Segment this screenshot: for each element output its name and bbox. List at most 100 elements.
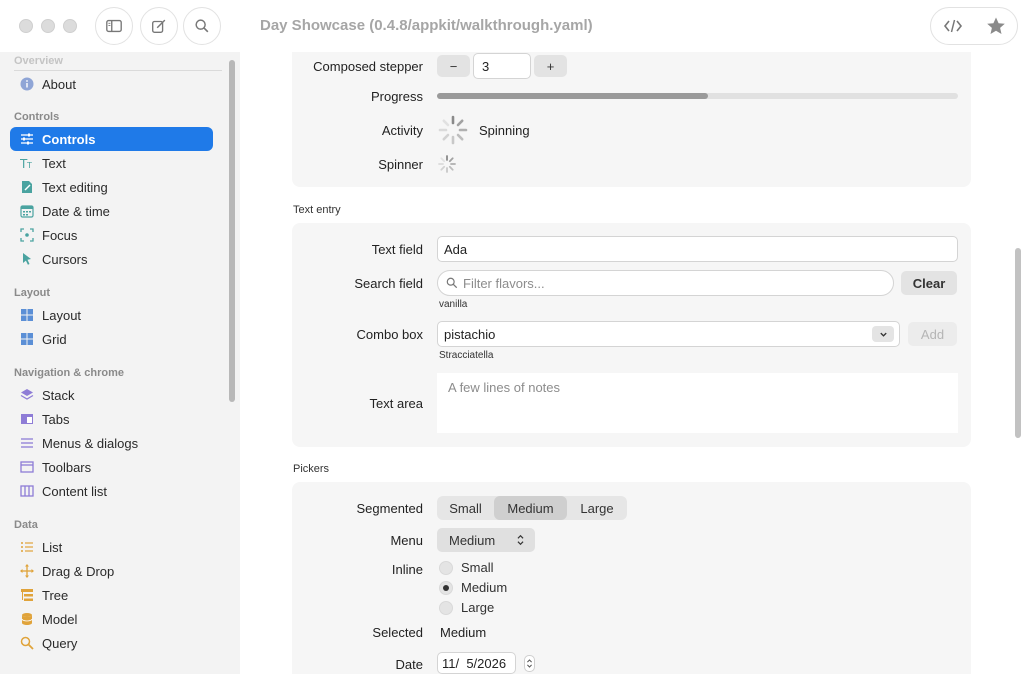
sidebar-scrollbar-thumb[interactable]: [229, 60, 235, 402]
search-field-label: Search field: [354, 276, 423, 291]
radio-large[interactable]: Large: [439, 600, 494, 615]
segment-large[interactable]: Large: [567, 496, 627, 520]
sidebar-item-focus[interactable]: Focus: [10, 223, 213, 247]
sidebar-item-label: Tabs: [42, 411, 70, 427]
search-field[interactable]: Filter flavors...: [437, 270, 894, 296]
sidebar-item-about[interactable]: About: [10, 72, 213, 96]
stepper-increment-button[interactable]: +: [534, 55, 567, 77]
progress-label: Progress: [370, 89, 423, 104]
sidebar-scrollbar[interactable]: [227, 56, 236, 672]
segmented-control: Small Medium Large: [437, 496, 627, 520]
radio-button[interactable]: [439, 560, 453, 575]
text-icon: TT: [20, 156, 34, 170]
favorite-button[interactable]: [974, 8, 1017, 44]
toolbar-icon: [20, 460, 34, 474]
sidebar-item-query[interactable]: Query: [10, 631, 213, 655]
main-scrollbar-thumb[interactable]: [1015, 248, 1021, 438]
minimize-window-button[interactable]: [41, 19, 55, 33]
compose-icon: [152, 19, 166, 33]
menu-value: Medium: [449, 532, 496, 548]
combo-box-label: Combo box: [356, 327, 423, 342]
tree-icon: [20, 588, 34, 602]
database-icon: [20, 612, 34, 626]
sidebar-item-model[interactable]: Model: [10, 607, 213, 631]
activity-status: Spinning: [479, 123, 530, 138]
chevron-down-icon: [879, 332, 887, 337]
sidebar-item-tabs[interactable]: Tabs: [10, 407, 213, 431]
combo-box-caption: Stracciatella: [439, 350, 494, 361]
date-stepper[interactable]: [524, 655, 535, 672]
tabs-icon: [20, 412, 34, 426]
sidebar-item-text-editing[interactable]: Text editing: [10, 175, 213, 199]
sidebar-item-controls[interactable]: Controls: [10, 127, 213, 151]
radio-small[interactable]: Small: [439, 560, 494, 575]
zoom-window-button[interactable]: [63, 19, 77, 33]
sidebar-section-layout: Layout: [14, 287, 51, 299]
segment-medium[interactable]: Medium: [494, 496, 567, 520]
sidebar-item-text[interactable]: TT Text: [10, 151, 213, 175]
sidebar-item-content-list[interactable]: Content list: [10, 479, 213, 503]
view-source-button[interactable]: [931, 8, 974, 44]
compose-button[interactable]: [140, 7, 178, 45]
text-field-label: Text field: [371, 242, 423, 257]
sidebar-item-label: Content list: [42, 483, 108, 499]
stepper-label: Composed stepper: [313, 59, 423, 74]
text-area-label: Text area: [369, 396, 423, 411]
toggle-sidebar-button[interactable]: [95, 7, 133, 45]
grid-icon: [20, 332, 34, 346]
sidebar-item-date-time[interactable]: Date & time: [10, 199, 213, 223]
radio-button[interactable]: [439, 600, 453, 615]
sidebar-item-label: Tree: [42, 587, 69, 603]
segment-small[interactable]: Small: [437, 496, 494, 520]
activity-spinner-icon: [437, 114, 469, 146]
radio-label: Small: [461, 560, 494, 575]
sidebar-item-label: Menus & dialogs: [42, 435, 139, 451]
clear-button[interactable]: Clear: [901, 271, 957, 295]
text-area[interactable]: A few lines of notes: [437, 373, 958, 433]
combo-box[interactable]: pistachio: [437, 321, 900, 347]
activity-label: Activity: [381, 123, 423, 138]
radio-medium[interactable]: Medium: [439, 580, 507, 595]
code-icon: [943, 19, 962, 33]
sidebar-item-tree[interactable]: Tree: [10, 583, 213, 607]
text-field[interactable]: Ada: [437, 236, 958, 262]
selected-value: Medium: [440, 625, 487, 640]
calendar-icon: [20, 204, 34, 218]
sidebar-section-controls: Controls: [14, 111, 60, 123]
add-button[interactable]: Add: [908, 322, 957, 346]
info-icon: [20, 77, 34, 91]
updown-chevron-icon: [517, 534, 524, 546]
search-icon: [446, 277, 458, 289]
spinner-label: Spinner: [378, 157, 423, 172]
text-entry-section-title: Text entry: [293, 204, 341, 216]
date-field[interactable]: 11/ 5/2026: [437, 652, 516, 674]
sidebar-section-data: Data: [14, 519, 38, 531]
menu-popup-button[interactable]: Medium: [437, 528, 535, 552]
combo-box-toggle[interactable]: [872, 326, 894, 342]
progress-bar-fill: [437, 93, 708, 99]
toolbar-pill: [930, 7, 1018, 45]
sidebar-item-drag-drop[interactable]: Drag & Drop: [10, 559, 213, 583]
sidebar-item-stack[interactable]: Stack: [10, 383, 213, 407]
sidebar-item-grid[interactable]: Grid: [10, 327, 213, 351]
sidebar-item-label: Drag & Drop: [42, 563, 115, 579]
sidebar-item-list[interactable]: List: [10, 535, 213, 559]
main-content: Composed stepper − 3 + Progress Activity…: [240, 52, 1024, 674]
list-icon: [20, 540, 34, 554]
selected-label: Selected: [372, 625, 423, 640]
stepper-decrement-button[interactable]: −: [437, 55, 470, 77]
sidebar: Overview About Controls Controls TT Text…: [0, 52, 240, 674]
sidebar-item-toolbars[interactable]: Toolbars: [10, 455, 213, 479]
stepper-value-field[interactable]: 3: [473, 53, 531, 79]
sidebar-item-label: Cursors: [42, 251, 88, 267]
sidebar-section-overview: Overview: [14, 55, 63, 67]
sidebar-item-cursors[interactable]: Cursors: [10, 247, 213, 271]
document-edit-icon: [20, 180, 34, 194]
sidebar-item-layout[interactable]: Layout: [10, 303, 213, 327]
search-icon: [195, 19, 209, 33]
sidebar-item-label: Text: [42, 155, 66, 171]
sidebar-item-menus[interactable]: Menus & dialogs: [10, 431, 213, 455]
search-button[interactable]: [183, 7, 221, 45]
close-window-button[interactable]: [19, 19, 33, 33]
radio-button-selected[interactable]: [439, 580, 453, 595]
